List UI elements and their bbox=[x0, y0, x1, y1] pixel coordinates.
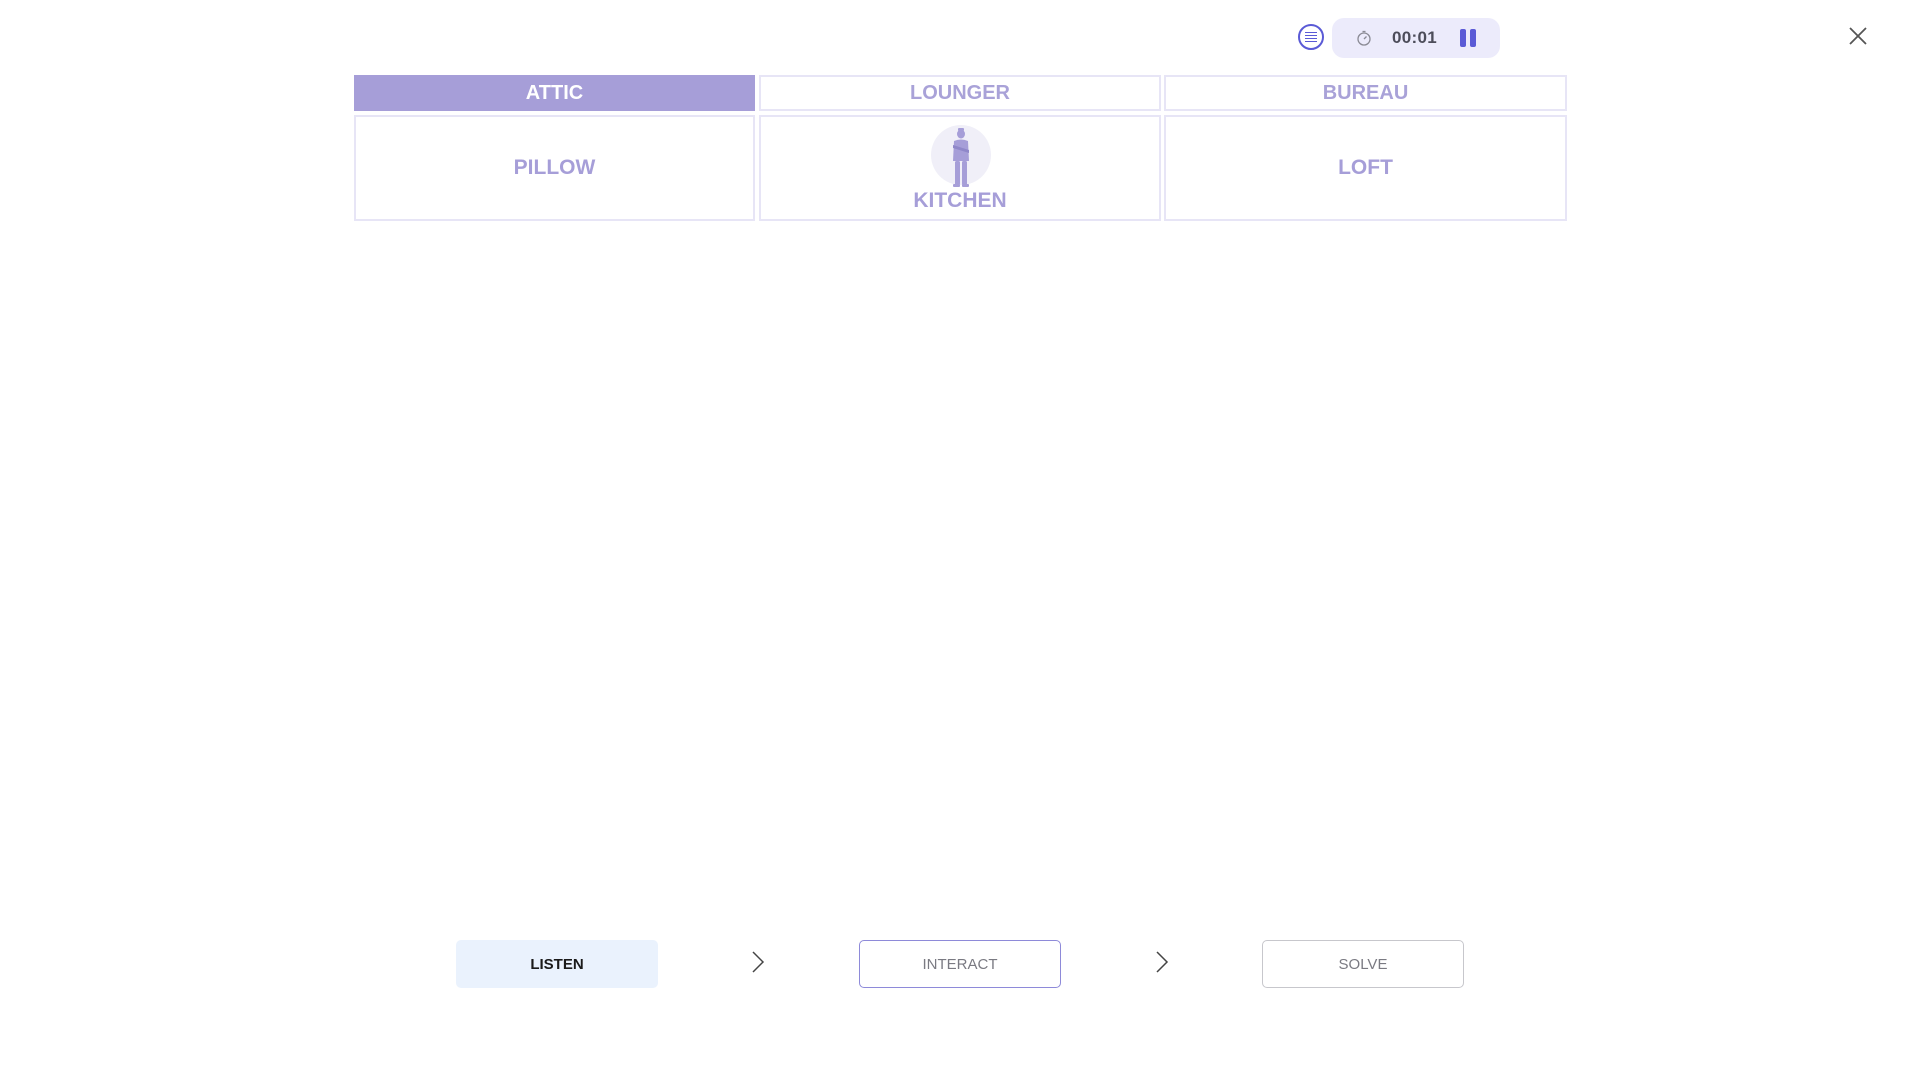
listen-label: LISTEN bbox=[530, 955, 584, 973]
chevron-right-icon bbox=[752, 951, 765, 973]
room-label: PILLOW bbox=[513, 156, 596, 179]
room-pillow[interactable]: PILLOW bbox=[354, 115, 755, 221]
pause-icon[interactable] bbox=[1458, 29, 1478, 47]
timer-display: 00:01 bbox=[1392, 28, 1437, 47]
room-label: LOFT bbox=[1338, 156, 1393, 179]
tab-attic[interactable]: ATTIC bbox=[354, 75, 755, 111]
solve-label: SOLVE bbox=[1338, 955, 1388, 973]
interact-label: INTERACT bbox=[922, 955, 998, 973]
tab-label: LOUNGER bbox=[910, 81, 1010, 104]
chevron-right-icon bbox=[1156, 951, 1169, 973]
stopwatch-icon bbox=[1357, 30, 1371, 46]
interact-button[interactable]: INTERACT bbox=[859, 940, 1061, 988]
room-label: KITCHEN bbox=[913, 189, 1007, 212]
listen-button[interactable]: LISTEN bbox=[456, 940, 658, 988]
room-kitchen[interactable]: KITCHEN bbox=[759, 115, 1161, 221]
list-icon[interactable] bbox=[1298, 24, 1324, 50]
person-silhouette-icon[interactable] bbox=[931, 125, 991, 189]
room-loft[interactable]: LOFT bbox=[1164, 115, 1567, 221]
close-icon[interactable] bbox=[1846, 24, 1870, 48]
timer-panel: 00:01 bbox=[1332, 18, 1500, 58]
tab-label: ATTIC bbox=[525, 81, 584, 104]
game-screen: 00:01 ATTIC LOUNGER BUREAU PILLOW KITCHE… bbox=[0, 0, 1920, 1080]
solve-button[interactable]: SOLVE bbox=[1262, 940, 1464, 988]
tab-lounger[interactable]: LOUNGER bbox=[759, 75, 1161, 111]
tab-bureau[interactable]: BUREAU bbox=[1164, 75, 1567, 111]
tab-label: BUREAU bbox=[1322, 81, 1409, 104]
